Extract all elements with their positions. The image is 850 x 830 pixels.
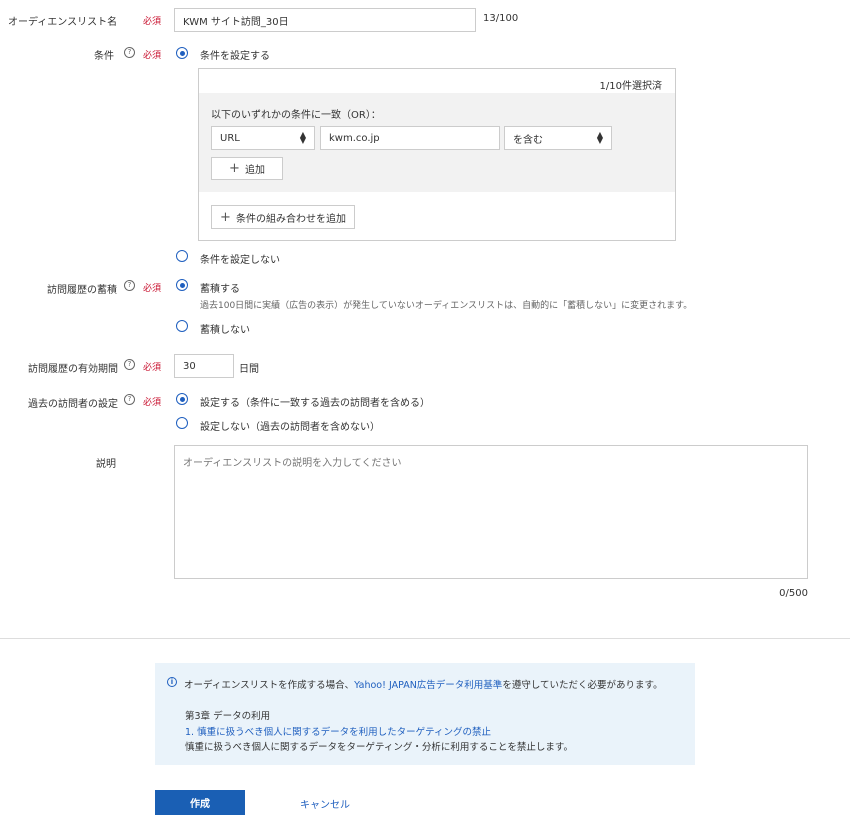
help-icon[interactable]: ?	[124, 359, 135, 370]
add-condition-button[interactable]: + 追加	[211, 157, 283, 180]
visit-no-store-label: 蓄積しない	[200, 325, 250, 336]
create-button[interactable]: 作成	[155, 790, 245, 815]
match-label: 以下のいずれかの条件に一致（OR）：	[211, 110, 381, 121]
condition-unset-radio[interactable]	[176, 250, 188, 262]
sort-arrows-icon: ▲ ▼	[299, 130, 306, 145]
audience-name-counter: 13/100	[483, 13, 519, 24]
notice-item-text: 慎重に扱うべき個人に関するデータをターゲティング・分析に利用することを禁止します…	[185, 742, 573, 753]
visit-no-store-radio[interactable]	[176, 320, 188, 332]
required-badge: 必須	[143, 284, 162, 294]
cancel-link[interactable]: キャンセル	[300, 796, 350, 811]
visit-history-note: 過去100日間に実績（広告の表示）が発生していないオーディエンスリストは、自動的…	[200, 301, 693, 311]
notice-item-link[interactable]: 1. 慎重に扱うべき個人に関するデータを利用したターゲティングの禁止	[185, 724, 491, 738]
visit-history-label: 訪問履歴の蓄積	[47, 285, 117, 296]
required-badge: 必須	[143, 398, 162, 408]
required-badge: 必須	[143, 51, 162, 61]
past-visitors-label: 過去の訪問者の設定	[28, 399, 118, 410]
past-visitors-unset-label: 設定しない（過去の訪問者を含めない）	[200, 422, 380, 433]
add-combination-button[interactable]: + 条件の組み合わせを追加	[211, 205, 355, 229]
condition-panel: 1/10件選択済 以下のいずれかの条件に一致（OR）： URL ▲ ▼ kwm.c…	[198, 68, 676, 241]
past-visitors-set-radio[interactable]	[176, 393, 188, 405]
audience-name-input[interactable]: KWM サイト訪問_30日	[174, 8, 476, 32]
description-textarea[interactable]	[174, 445, 808, 579]
info-icon: i	[167, 677, 177, 687]
audience-name-label: オーディエンスリスト名	[8, 17, 118, 28]
field-select[interactable]: URL ▲ ▼	[211, 126, 315, 150]
condition-set-label: 条件を設定する	[200, 51, 270, 62]
validity-days-input[interactable]: 30	[174, 354, 234, 378]
data-usage-standard-link[interactable]: Yahoo! JAPAN広告データ利用基準	[354, 680, 502, 691]
description-counter: 0/500	[779, 588, 808, 599]
add-combination-label: 条件の組み合わせを追加	[235, 213, 346, 225]
past-visitors-set-label: 設定する（条件に一致する過去の訪問者を含める）	[200, 398, 430, 409]
plus-icon: +	[229, 161, 240, 176]
notice-text-before: オーディエンスリストを作成する場合、	[184, 680, 355, 691]
operator-select-value: を含む	[513, 134, 543, 146]
condition-value-input[interactable]: kwm.co.jp	[320, 126, 500, 150]
visit-store-radio[interactable]	[176, 279, 188, 291]
condition-set-radio[interactable]	[176, 47, 188, 59]
add-condition-label: 追加	[244, 165, 265, 176]
notice-text-after: を遵守していただく必要があります。	[502, 680, 663, 691]
description-label: 説明	[96, 459, 116, 470]
selected-count: 1/10件選択済	[599, 81, 662, 92]
sort-arrows-icon: ▲ ▼	[596, 130, 603, 145]
visit-store-label: 蓄積する	[200, 284, 240, 295]
field-select-value: URL	[220, 132, 240, 144]
validity-label: 訪問履歴の有効期間	[28, 364, 118, 375]
required-badge: 必須	[143, 363, 162, 373]
section-divider	[0, 638, 850, 639]
notice-box: i オーディエンスリストを作成する場合、Yahoo! JAPAN広告データ利用基…	[155, 663, 695, 765]
condition-group: 以下のいずれかの条件に一致（OR）： URL ▲ ▼ kwm.co.jp を含む …	[199, 93, 675, 192]
required-badge: 必須	[143, 17, 162, 27]
past-visitors-unset-radio[interactable]	[176, 417, 188, 429]
plus-icon: +	[220, 209, 231, 225]
help-icon[interactable]: ?	[124, 47, 135, 58]
notice-chapter: 第3章 データの利用	[185, 711, 271, 722]
operator-select[interactable]: を含む ▲ ▼	[504, 126, 612, 150]
validity-unit: 日間	[239, 364, 259, 375]
notice-text: オーディエンスリストを作成する場合、Yahoo! JAPAN広告データ利用基準を…	[184, 677, 663, 691]
condition-unset-label: 条件を設定しない	[200, 255, 280, 266]
help-icon[interactable]: ?	[124, 280, 135, 291]
condition-label: 条件	[94, 51, 114, 62]
help-icon[interactable]: ?	[124, 394, 135, 405]
